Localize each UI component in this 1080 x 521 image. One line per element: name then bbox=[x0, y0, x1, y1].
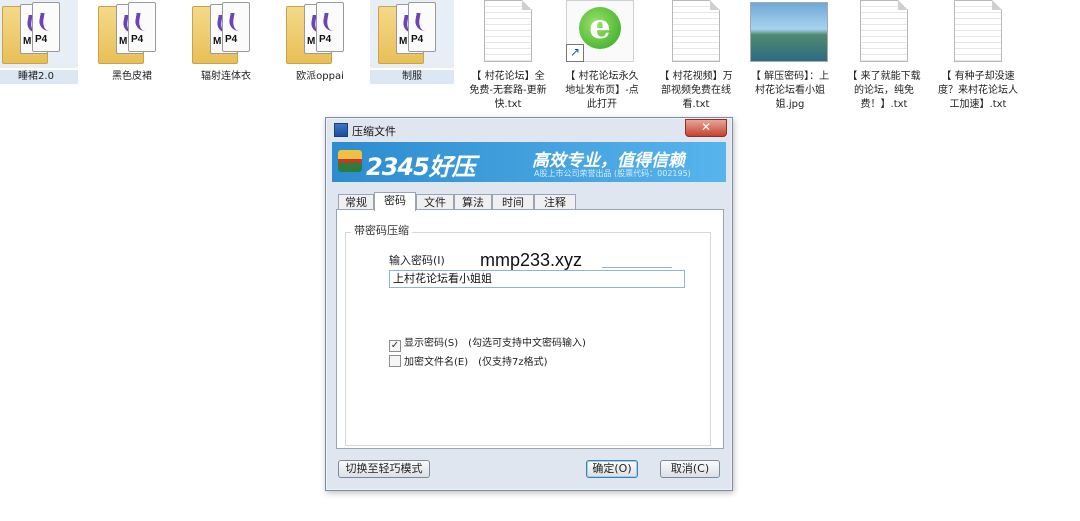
group-title: 带密码压缩 bbox=[351, 222, 412, 238]
compress-dialog: 压缩文件 ✕ 2345好压 高效专业，值得信赖 A股上市公司荣誉出品 (股票代码… bbox=[325, 117, 733, 491]
text-file-icon bbox=[484, 0, 532, 62]
folder-item[interactable]: MP4 P4 辐射连体衣 bbox=[184, 0, 268, 84]
dialog-title: 压缩文件 bbox=[352, 125, 396, 138]
password-panel: 带密码压缩 输入密码(I) ✓显示密码(S) (勾选可支持中文密码输入) 加密文件… bbox=[336, 209, 724, 449]
encrypt-filenames-label: 加密文件名(E) bbox=[404, 357, 469, 368]
file-name: 睡裙2.0 bbox=[0, 70, 78, 84]
dialog-titlebar[interactable]: 压缩文件 ✕ bbox=[326, 118, 732, 140]
show-password-note: (勾选可支持中文密码输入) bbox=[468, 338, 586, 349]
brand-subtitle: A股上市公司荣誉出品 (股票代码：002195) bbox=[534, 169, 691, 178]
txt-file-item[interactable]: 【 村花视频】万部视频免费在线看.txt bbox=[654, 0, 738, 112]
encrypt-filenames-checkbox[interactable] bbox=[389, 355, 401, 367]
shortcut-arrow-icon: ↗ bbox=[566, 44, 584, 62]
folder-icon: MP4 P4 bbox=[286, 0, 348, 64]
archive-logo-icon bbox=[338, 150, 362, 172]
folder-item[interactable]: MP4 P4 睡裙2.0 bbox=[0, 0, 78, 84]
tab-comment[interactable]: 注释 bbox=[534, 194, 576, 210]
cancel-button[interactable]: 取消(C) bbox=[660, 460, 720, 478]
brand-banner: 2345好压 高效专业，值得信赖 A股上市公司荣誉出品 (股票代码：002195… bbox=[332, 142, 726, 182]
txt-file-item[interactable]: 【 村花论坛】全免费-无套路-更新快.txt bbox=[466, 0, 550, 112]
show-password-checkbox[interactable]: ✓ bbox=[389, 340, 401, 352]
image-file-item[interactable]: 【 解压密码】：上村花论坛看小姐姐.jpg bbox=[748, 0, 832, 112]
password-input[interactable] bbox=[389, 270, 685, 288]
tab-files[interactable]: 文件 bbox=[416, 194, 454, 210]
folder-item[interactable]: MP4 P4 制服 bbox=[370, 0, 454, 84]
file-name: 黑色皮裙 bbox=[112, 71, 152, 82]
tab-time[interactable]: 时间 bbox=[492, 194, 534, 210]
file-name: 【 村花论坛】全免费-无套路-更新快.txt bbox=[469, 71, 547, 110]
tab-general[interactable]: 常规 bbox=[338, 194, 374, 210]
file-name: 制服 bbox=[370, 70, 454, 84]
folder-item[interactable]: MP4 P4 欧派oppai bbox=[278, 0, 362, 84]
switch-mode-button[interactable]: 切换至轻巧模式 bbox=[338, 460, 430, 478]
watermark-underline bbox=[602, 267, 672, 268]
password-label: 输入密码(I) bbox=[389, 254, 445, 267]
show-password-row: ✓ 显示密码(S) (勾选可支持中文密码输入) bbox=[389, 334, 586, 352]
folder-icon: MP4 P4 bbox=[378, 0, 440, 64]
file-name: 【 有种子却没速度？来村花论坛人工加速】.txt bbox=[938, 71, 1018, 110]
encrypt-filenames-note: (仅支持7z格式) bbox=[478, 357, 548, 368]
file-name: 【 来了就能下载的论坛，纯免费！】.txt bbox=[847, 71, 921, 110]
watermark-text: mmp233.xyz bbox=[480, 250, 583, 270]
file-name: 【 解压密码】：上村花论坛看小姐姐.jpg bbox=[750, 71, 830, 110]
ok-button[interactable]: 确定(O) bbox=[586, 460, 638, 478]
txt-file-item[interactable]: 【 来了就能下载的论坛，纯免费！】.txt bbox=[842, 0, 926, 112]
app-icon bbox=[334, 123, 348, 137]
tab-algorithm[interactable]: 算法 bbox=[454, 194, 492, 210]
file-name: 欧派oppai bbox=[296, 71, 344, 82]
close-button[interactable]: ✕ bbox=[685, 119, 727, 137]
folder-icon: MP4 P4 bbox=[192, 0, 254, 64]
file-name: 【 村花论坛永久地址发布页】-点此打开 bbox=[565, 71, 639, 110]
text-file-icon bbox=[954, 0, 1002, 62]
tab-password[interactable]: 密码 bbox=[374, 192, 416, 211]
shortcut-item[interactable]: e ↗ 【 村花论坛永久地址发布页】-点此打开 bbox=[560, 0, 644, 112]
text-file-icon bbox=[860, 0, 908, 62]
text-file-icon bbox=[672, 0, 720, 62]
brand-name: 2345好压 bbox=[366, 153, 476, 181]
folder-icon: MP4 P4 bbox=[2, 0, 64, 64]
show-password-label: 显示密码(S) bbox=[404, 338, 459, 349]
folder-icon: MP4 P4 bbox=[98, 0, 160, 64]
folder-item[interactable]: MP4 P4 黑色皮裙 bbox=[90, 0, 174, 84]
image-thumbnail-icon bbox=[750, 2, 828, 62]
txt-file-item[interactable]: 【 有种子却没速度？来村花论坛人工加速】.txt bbox=[936, 0, 1020, 112]
file-name: 【 村花视频】万部视频免费在线看.txt bbox=[659, 71, 733, 110]
browser-shortcut-icon: e ↗ bbox=[566, 0, 634, 62]
file-name: 辐射连体衣 bbox=[201, 71, 251, 82]
encrypt-filenames-row: 加密文件名(E) (仅支持7z格式) bbox=[389, 353, 548, 368]
